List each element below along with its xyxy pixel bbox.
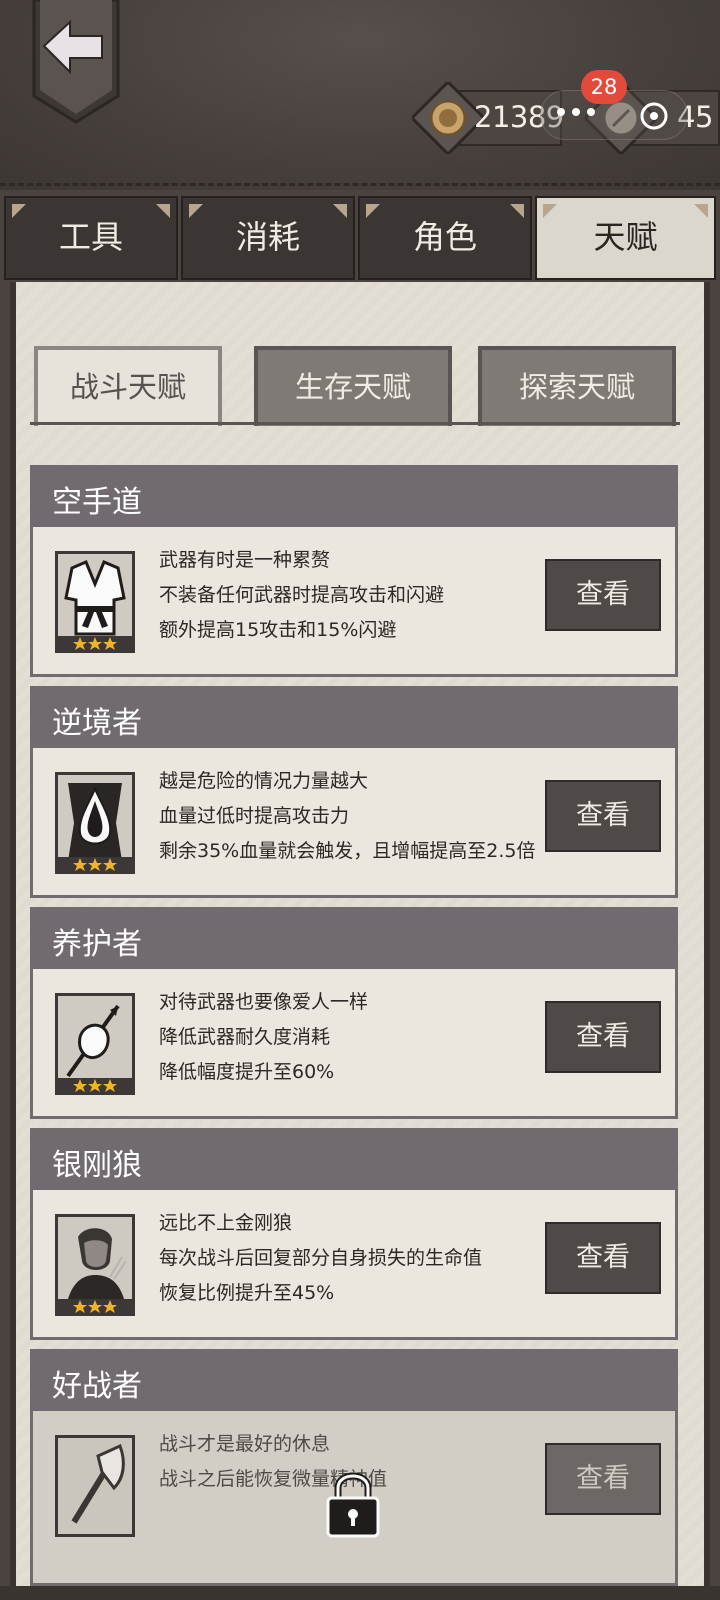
desc-line: 剩余35%血量就会触发，且增幅提高至2.5倍	[159, 840, 536, 862]
corner-ornament	[156, 204, 170, 218]
corner-ornament	[12, 204, 26, 218]
back-button[interactable]	[30, 0, 122, 126]
talent-body: 远比不上金刚狼 每次战斗后回复部分自身损失的生命值 恢复比例提升至45% 查看	[30, 1190, 678, 1340]
talent-header: 逆境者	[30, 686, 678, 750]
notification-badge: 28	[581, 70, 627, 104]
blood-drop-icon	[55, 772, 135, 874]
desc-line: 额外提高15攻击和15%闪避	[159, 619, 397, 641]
view-button[interactable]: 查看	[545, 1001, 661, 1073]
talent-card-caretaker: 养护者 对待武器也要像爱人一样 降低武器耐久度消耗 降低幅度提升至60% 查看	[30, 907, 678, 1119]
desc-line: 战斗才是最好的休息	[159, 1433, 331, 1455]
talent-card-karate: 空手道 武器有时是一种累赘 不装备任何武器时提高攻击和闪避 额外提高15攻击和1…	[30, 465, 678, 677]
bottom-frame	[0, 1586, 720, 1600]
talent-name: 逆境者	[52, 706, 142, 741]
corner-ornament	[189, 204, 203, 218]
tab-talent[interactable]: 天赋	[535, 196, 716, 280]
tab-label: 角色	[412, 218, 477, 256]
view-button[interactable]: 查看	[545, 1443, 661, 1515]
desc-line: 降低武器耐久度消耗	[159, 1026, 331, 1048]
talent-name: 银刚狼	[52, 1148, 142, 1183]
category-tabs: 工具 消耗 角色 天赋	[0, 196, 720, 280]
talent-card-silver-wolf: 银刚狼 远比不上金刚狼 每次战斗后回复部分自身损失的生命值 恢复比例提升至45%…	[30, 1128, 678, 1340]
tab-tools[interactable]: 工具	[4, 196, 178, 280]
view-button[interactable]: 查看	[545, 1222, 661, 1294]
axe-icon	[55, 1435, 135, 1537]
subtab-survival-talent[interactable]: 生存天赋	[254, 346, 452, 426]
view-button[interactable]: 查看	[545, 559, 661, 631]
corner-ornament	[694, 204, 708, 218]
desc-line: 每次战斗后回复部分自身损失的生命值	[159, 1247, 483, 1269]
talent-header: 空手道	[30, 465, 678, 529]
spear-care-icon	[55, 993, 135, 1095]
talent-description: 武器有时是一种累赘 不装备任何武器时提高攻击和闪避 额外提高15攻击和15%闪避	[159, 543, 444, 648]
tab-label: 天赋	[593, 218, 658, 256]
corner-ornament	[510, 204, 524, 218]
desc-line: 武器有时是一种累赘	[159, 549, 331, 571]
wolverine-portrait-icon	[55, 1214, 135, 1316]
close-power-icon[interactable]	[634, 98, 674, 132]
desc-line: 越是危险的情况力量越大	[159, 770, 369, 792]
talent-name: 好战者	[52, 1369, 142, 1404]
talent-header: 好战者	[30, 1349, 678, 1413]
subtab-underline	[30, 422, 680, 425]
tab-character[interactable]: 角色	[358, 196, 532, 280]
tab-label: 工具	[58, 218, 123, 256]
desc-line: 降低幅度提升至60%	[159, 1061, 335, 1083]
desc-line: 恢复比例提升至45%	[159, 1282, 335, 1304]
desc-line: 不装备任何武器时提高攻击和闪避	[159, 584, 445, 606]
talent-description: 对待武器也要像爱人一样 降低武器耐久度消耗 降低幅度提升至60%	[159, 985, 368, 1090]
corner-ornament	[366, 204, 380, 218]
talent-body: 越是危险的情况力量越大 血量过低时提高攻击力 剩余35%血量就会触发，且增幅提高…	[30, 748, 678, 898]
corner-ornament	[333, 204, 347, 218]
talent-name: 养护者	[52, 927, 142, 962]
stitch-divider	[0, 183, 720, 186]
talent-description: 远比不上金刚狼 每次战斗后回复部分自身损失的生命值 恢复比例提升至45%	[159, 1206, 482, 1311]
talent-description: 越是危险的情况力量越大 血量过低时提高攻击力 剩余35%血量就会触发，且增幅提高…	[159, 764, 535, 869]
talent-body: 对待武器也要像爱人一样 降低武器耐久度消耗 降低幅度提升至60% 查看	[30, 969, 678, 1119]
talent-body: 武器有时是一种累赘 不装备任何武器时提高攻击和闪避 额外提高15攻击和15%闪避…	[30, 527, 678, 677]
lock-icon	[326, 1472, 380, 1538]
view-button[interactable]: 查看	[545, 780, 661, 852]
desc-line: 对待武器也要像爱人一样	[159, 991, 369, 1013]
talent-card-adversity: 逆境者 越是危险的情况力量越大 血量过低时提高攻击力 剩余35%血量就会触发，且…	[30, 686, 678, 898]
talent-header: 银刚狼	[30, 1128, 678, 1192]
desc-line: 血量过低时提高攻击力	[159, 805, 350, 827]
karate-gi-icon	[55, 551, 135, 653]
desc-line: 远比不上金刚狼	[159, 1212, 293, 1234]
tab-consumables[interactable]: 消耗	[181, 196, 355, 280]
corner-ornament	[543, 204, 557, 218]
subtab-combat-talent[interactable]: 战斗天赋	[34, 346, 222, 426]
back-arrow-icon	[32, 0, 120, 124]
talent-header: 养护者	[30, 907, 678, 971]
talent-name: 空手道	[52, 485, 142, 520]
tab-label: 消耗	[235, 218, 300, 256]
subtab-explore-talent[interactable]: 探索天赋	[478, 346, 676, 426]
